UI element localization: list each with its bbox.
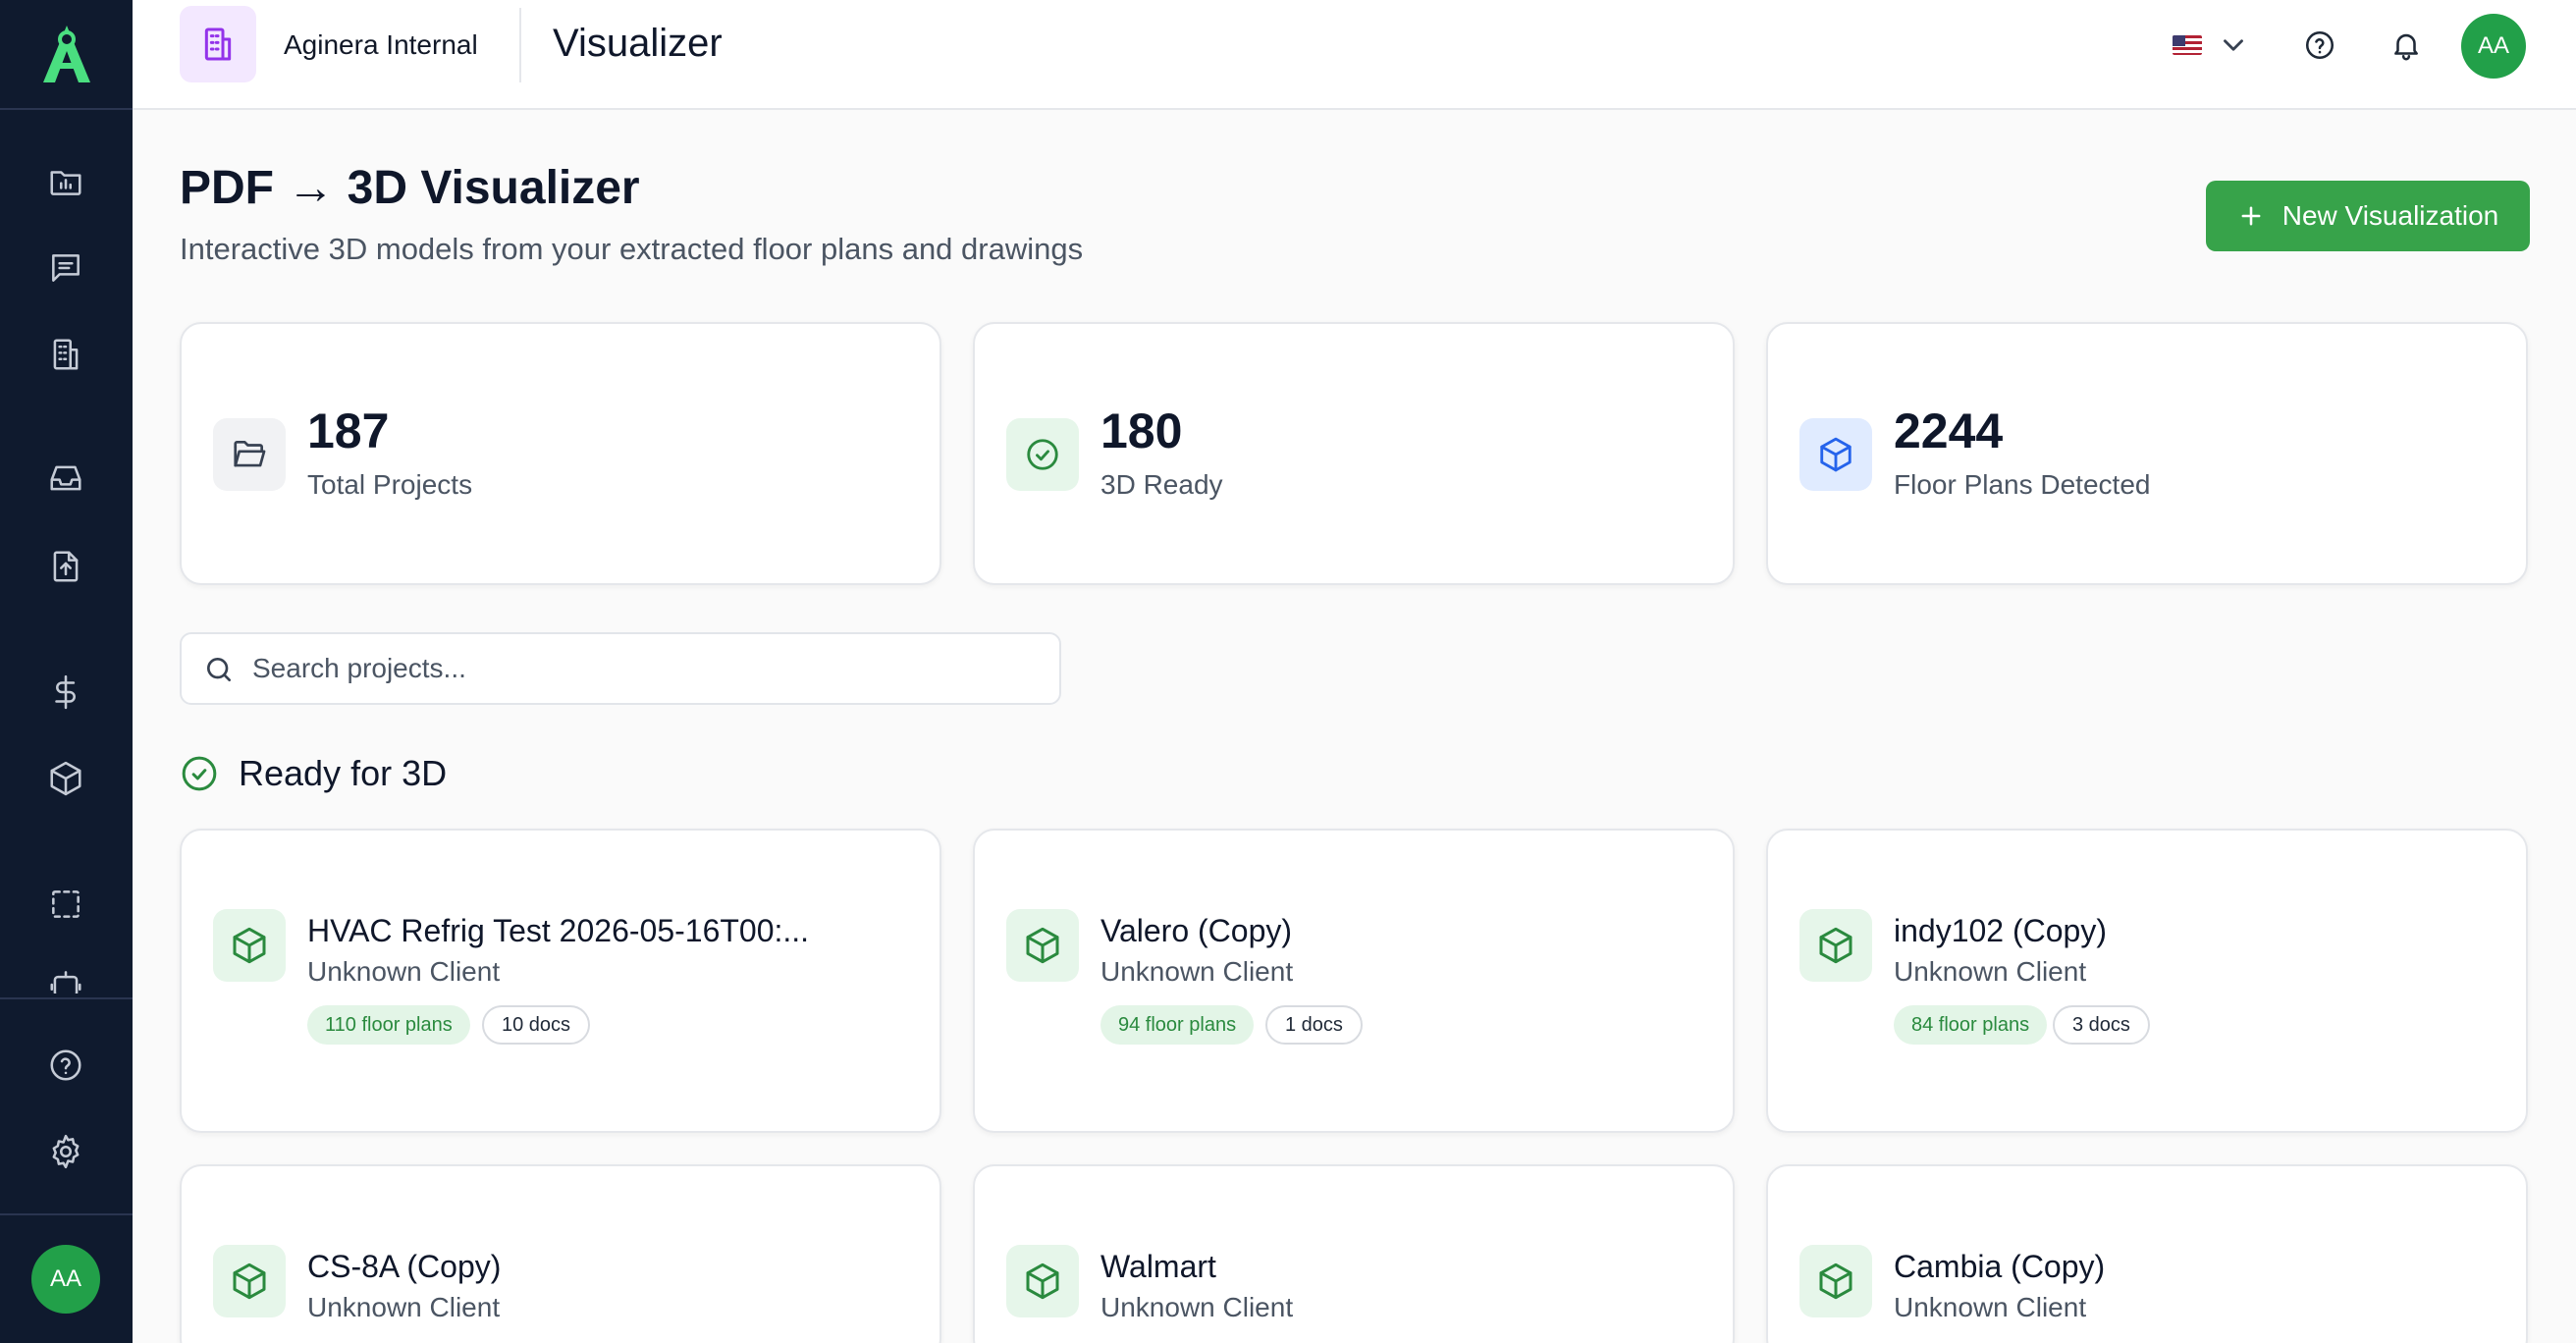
cube-icon <box>213 909 286 982</box>
message-icon[interactable] <box>41 243 90 293</box>
project-name: CS-8A (Copy) <box>307 1249 502 1284</box>
folder-icon <box>213 418 286 491</box>
docs-badge: 1 docs <box>1265 1005 1363 1045</box>
selection-icon[interactable] <box>41 880 90 929</box>
sidebar: AA <box>0 0 133 1343</box>
new-visualization-button[interactable]: New Visualization <box>2206 181 2530 251</box>
main-content: PDF → 3D Visualizer Interactive 3D model… <box>133 110 2576 1343</box>
stat-label: Total Projects <box>307 469 473 500</box>
top-header: Aginera Internal Visualizer AA <box>133 0 2576 110</box>
dollar-icon[interactable] <box>41 668 90 717</box>
project-client: Unknown Client <box>307 1292 501 1322</box>
sidebar-divider <box>0 1213 133 1215</box>
page-title: PDF → 3D Visualizer <box>180 162 640 214</box>
project-client: Unknown Client <box>1100 1292 1294 1322</box>
floor-plans-badge: 94 floor plans <box>1100 1005 1255 1045</box>
stat-label: Floor Plans Detected <box>1894 469 2151 500</box>
stat-card-total-projects: 187 Total Projects <box>180 322 941 585</box>
stat-card-3d-ready: 180 3D Ready <box>973 322 1735 585</box>
project-client: Unknown Client <box>307 956 501 987</box>
header-avatar[interactable]: AA <box>2461 14 2526 79</box>
project-card[interactable]: Cambia (Copy) Unknown Client <box>1766 1164 2528 1343</box>
cube-icon <box>1799 909 1872 982</box>
page-subtitle: Interactive 3D models from your extracte… <box>180 232 1084 266</box>
project-card[interactable]: Valero (Copy) Unknown Client 94 floor pl… <box>973 829 1735 1133</box>
floor-plans-badge: 84 floor plans <box>1894 1005 2048 1045</box>
search-input[interactable] <box>252 634 1038 703</box>
settings-icon[interactable] <box>41 1127 90 1176</box>
project-name: Valero (Copy) <box>1100 913 1293 948</box>
project-card[interactable]: HVAC Refrig Test 2026-05-16T00:... Unkno… <box>180 829 941 1133</box>
project-card[interactable]: indy102 (Copy) Unknown Client 84 floor p… <box>1766 829 2528 1133</box>
logo-icon <box>42 26 90 82</box>
project-name: indy102 (Copy) <box>1894 913 2107 948</box>
stat-value: 180 <box>1100 403 1183 458</box>
stat-value: 2244 <box>1894 403 2004 458</box>
section-ready-for-3d: Ready for 3D <box>180 752 447 795</box>
stat-label: 3D Ready <box>1100 469 1223 500</box>
cube-icon <box>1799 418 1872 491</box>
check-circle-icon <box>182 756 217 791</box>
bell-icon[interactable] <box>2385 24 2428 67</box>
presentation-icon[interactable] <box>41 157 90 206</box>
cube-icon <box>213 1245 286 1317</box>
help-icon[interactable] <box>2298 24 2341 67</box>
section-title: Ready for 3D <box>239 753 448 793</box>
project-client: Unknown Client <box>1894 1292 2087 1322</box>
org-icon[interactable] <box>180 6 256 82</box>
chevron-down-icon[interactable] <box>2212 24 2255 67</box>
search-box <box>180 632 1061 705</box>
stat-card-floor-plans: 2244 Floor Plans Detected <box>1766 322 2528 585</box>
header-page-title: Visualizer <box>553 22 723 65</box>
us-flag-icon[interactable] <box>2173 35 2202 55</box>
project-client: Unknown Client <box>1100 956 1294 987</box>
project-name: Cambia (Copy) <box>1894 1249 2106 1284</box>
robot-icon[interactable] <box>41 966 90 994</box>
plus-icon <box>2241 206 2261 226</box>
search-icon <box>207 658 231 681</box>
project-client: Unknown Client <box>1894 956 2087 987</box>
project-name: HVAC Refrig Test 2026-05-16T00:... <box>307 913 810 948</box>
user-avatar[interactable]: AA <box>31 1245 100 1314</box>
project-card[interactable]: Walmart Unknown Client <box>973 1164 1735 1343</box>
new-visualization-label: New Visualization <box>2281 200 2499 231</box>
check-circle-icon <box>1006 418 1079 491</box>
sidebar-divider <box>0 997 133 999</box>
header-divider <box>519 8 521 82</box>
stat-value: 187 <box>307 403 390 458</box>
project-name: Walmart <box>1100 1249 1216 1284</box>
app-logo[interactable] <box>0 0 133 110</box>
docs-badge: 3 docs <box>2053 1005 2150 1045</box>
cube-icon[interactable] <box>41 754 90 803</box>
org-name[interactable]: Aginera Internal <box>284 29 478 61</box>
file-upload-icon[interactable] <box>41 542 90 591</box>
cube-icon <box>1006 1245 1079 1317</box>
inbox-icon[interactable] <box>41 454 90 503</box>
floor-plans-badge: 110 floor plans <box>307 1005 470 1045</box>
project-card[interactable]: CS-8A (Copy) Unknown Client <box>180 1164 941 1343</box>
building-icon[interactable] <box>41 330 90 379</box>
docs-badge: 10 docs <box>482 1005 591 1045</box>
cube-icon <box>1799 1245 1872 1317</box>
help-icon[interactable] <box>41 1041 90 1090</box>
cube-icon <box>1006 909 1079 982</box>
